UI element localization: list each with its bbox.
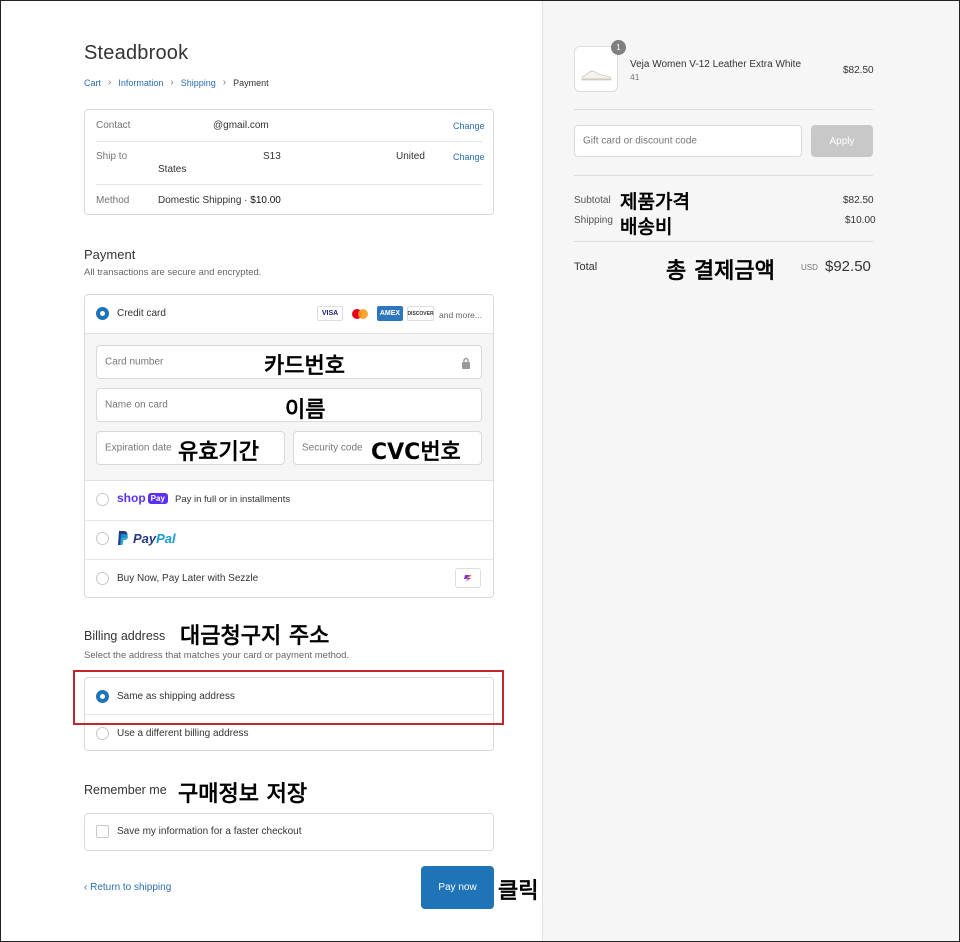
divider	[96, 141, 482, 142]
quantity-badge: 1	[611, 40, 626, 55]
divider	[574, 241, 873, 242]
sezzle-label[interactable]: Buy Now, Pay Later with Sezzle	[117, 573, 258, 584]
product-thumbnail	[574, 46, 618, 92]
credit-card-label[interactable]: Credit card	[117, 308, 166, 319]
credit-card-radio[interactable]	[96, 307, 109, 320]
highlight-box	[73, 670, 504, 725]
shop-pay-logo: shop Pay	[117, 491, 168, 505]
method-price: $10.00	[250, 195, 281, 206]
shop-pay-radio[interactable]	[96, 493, 109, 506]
breadcrumb-information[interactable]: Information	[118, 78, 163, 88]
payment-title: Payment	[84, 247, 136, 262]
annotation-remember: 구매정보 저장	[178, 782, 308, 807]
shop-pay-logo-text: shop	[117, 491, 146, 505]
paypal-wordmark-a: Pay	[133, 530, 157, 546]
billing-title: Billing address	[84, 629, 166, 643]
annotation-total-amount: 총 결제금액	[666, 259, 775, 284]
chevron-right-icon: ›	[222, 77, 227, 88]
shop-pay-logo-badge: Pay	[147, 492, 168, 504]
divider	[574, 109, 873, 110]
product-variant: 41	[630, 72, 640, 82]
annotation-name: 이름	[285, 398, 326, 423]
chevron-right-icon: ›	[170, 77, 174, 88]
annotation-expiry: 유효기간	[178, 440, 259, 465]
paypal-wordmark: PayPal	[133, 531, 176, 546]
amex-logo: AMEX	[377, 306, 403, 321]
remember-title: Remember me	[84, 783, 167, 797]
subtotal-value: $82.50	[843, 195, 874, 206]
return-to-shipping-link[interactable]: ‹ Return to shipping	[84, 882, 171, 893]
chevron-right-icon: ›	[108, 77, 112, 88]
method-value: Domestic Shipping · $10.00	[158, 195, 281, 206]
annotation-cvc: CVC번호	[371, 440, 461, 465]
shipping-value: $10.00	[845, 215, 876, 226]
ship-to-label: Ship to	[96, 151, 128, 162]
breadcrumb-payment: Payment	[233, 77, 269, 88]
more-cards-text: and more...	[439, 310, 482, 320]
annotation-click: 클릭	[498, 879, 539, 904]
paypal-radio[interactable]	[96, 532, 109, 545]
total-value: $92.50	[825, 258, 871, 275]
change-ship-to-link[interactable]: Change	[453, 152, 485, 162]
visa-logo: VISA	[317, 306, 343, 321]
divider	[96, 184, 482, 185]
sezzle-icon	[455, 568, 481, 588]
mastercard-logo	[347, 306, 373, 321]
annotation-card-number: 카드번호	[264, 354, 345, 379]
save-info-checkbox[interactable]	[96, 825, 109, 838]
product-price: $82.50	[843, 65, 874, 76]
security-code-placeholder: Security code	[302, 442, 363, 454]
breadcrumb: Cart › Information › Shipping › Payment	[84, 77, 269, 88]
contact-value: @gmail.com	[213, 120, 269, 131]
product-name: Veja Women V-12 Leather Extra White	[630, 59, 802, 70]
discount-code-placeholder: Gift card or discount code	[583, 135, 697, 147]
return-label: Return to shipping	[90, 882, 172, 893]
save-info-label[interactable]: Save my information for a faster checkou…	[117, 826, 302, 837]
annotation-shipping-fee: 배송비	[620, 216, 673, 238]
billing-subtitle: Select the address that matches your car…	[84, 650, 350, 661]
expiration-date-placeholder: Expiration date	[105, 442, 172, 454]
sneaker-image	[581, 70, 612, 81]
discover-logo: DISCOVER	[407, 306, 434, 321]
payment-subtitle: All transactions are secure and encrypte…	[84, 267, 262, 278]
method-name: Domestic Shipping ·	[158, 195, 251, 206]
ship-to-country: United	[396, 151, 425, 162]
subtotal-label: Subtotal	[574, 195, 611, 206]
store-name[interactable]: Steadbrook	[84, 42, 188, 65]
paypal-icon	[118, 531, 128, 545]
paypal-wordmark-b: Pal	[156, 530, 176, 546]
pay-now-button[interactable]: Pay now	[421, 866, 494, 909]
shop-pay-label[interactable]: Pay in full or in installments	[175, 494, 290, 505]
card-number-placeholder: Card number	[105, 356, 164, 368]
apply-button[interactable]: Apply	[811, 125, 873, 157]
ship-to-value: S13	[263, 151, 281, 162]
divider	[574, 175, 873, 176]
shipping-label: Shipping	[574, 215, 613, 226]
review-summary-box	[84, 109, 494, 215]
paypal-logo: PayPal	[117, 530, 176, 546]
breadcrumb-cart[interactable]: Cart	[84, 78, 101, 88]
method-label: Method	[96, 195, 130, 206]
different-billing-radio[interactable]	[96, 727, 109, 740]
lock-icon	[461, 356, 471, 374]
name-on-card-placeholder: Name on card	[105, 399, 168, 411]
total-label: Total	[574, 261, 598, 273]
divider	[85, 520, 493, 521]
breadcrumb-shipping[interactable]: Shipping	[181, 78, 216, 88]
change-contact-link[interactable]: Change	[453, 121, 485, 131]
contact-label: Contact	[96, 120, 131, 131]
discount-code-input[interactable]: Gift card or discount code	[574, 125, 802, 157]
total-currency: USD	[801, 263, 818, 272]
annotation-product-price: 제품가격	[620, 191, 690, 213]
annotation-billing: 대금청구지 주소	[180, 624, 330, 649]
ship-to-country-cont: States	[158, 164, 187, 175]
sezzle-radio[interactable]	[96, 572, 109, 585]
divider	[85, 559, 493, 560]
different-billing-label[interactable]: Use a different billing address	[117, 728, 249, 739]
